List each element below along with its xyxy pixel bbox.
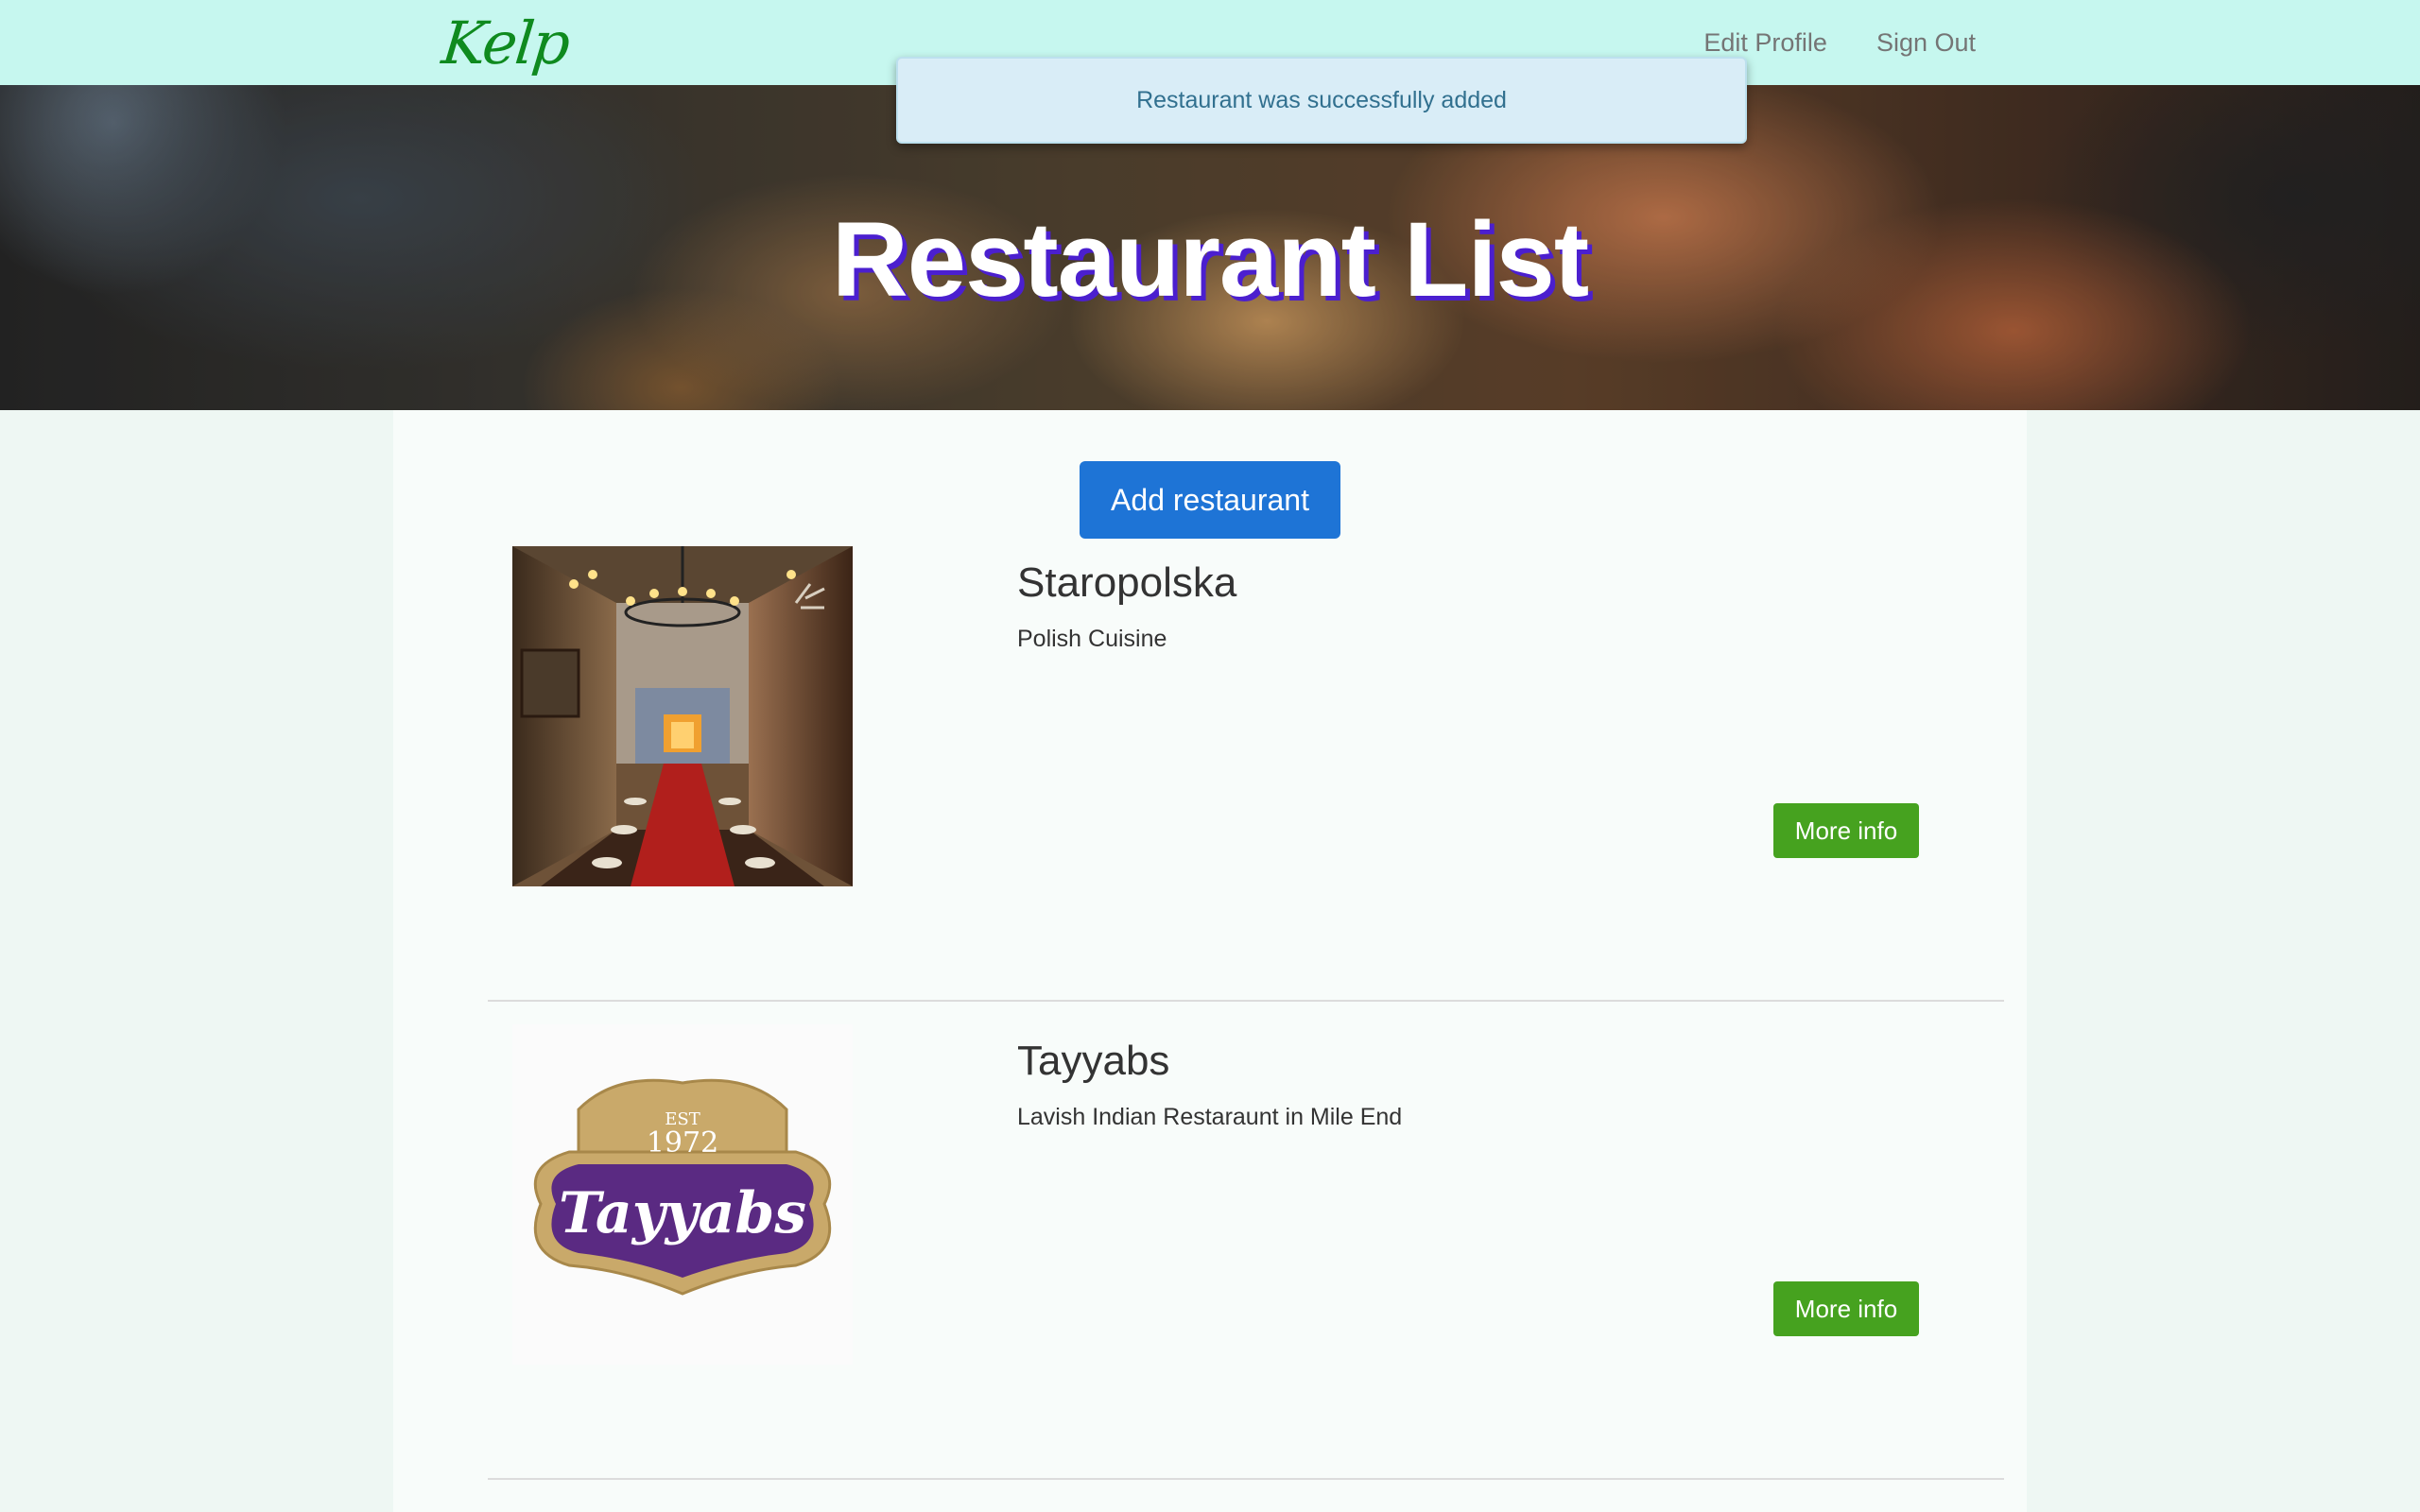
logo-wordmark-text: Tayyabs <box>559 1180 806 1246</box>
restaurant-image[interactable] <box>512 546 853 886</box>
logo-year-text: 1972 <box>647 1126 718 1160</box>
tayyabs-logo: EST 1972 Tayyabs <box>533 1078 832 1296</box>
restaurant-card: Staropolska Polish Cuisine More info <box>488 524 2004 1002</box>
flash-message: Restaurant was successfully added <box>1136 86 1507 113</box>
edit-profile-link[interactable]: Edit Profile <box>1703 28 1827 58</box>
restaurant-name[interactable]: Staropolska <box>1017 559 1236 607</box>
restaurant-name[interactable]: Tayyabs <box>1017 1038 1169 1085</box>
flash-notice: Restaurant was successfully added <box>896 57 1747 144</box>
restaurant-description: Lavish Indian Restaraunt in Mile End <box>1017 1104 1403 1130</box>
restaurant-description: Polish Cuisine <box>1017 626 1167 652</box>
page-title: Restaurant List <box>831 200 1589 318</box>
sign-out-link[interactable]: Sign Out <box>1876 28 1976 58</box>
brand-logo[interactable]: Kelp <box>439 6 572 81</box>
restaurant-card: EST 1972 Tayyabs Tayyabs Lavish Indian R… <box>488 1002 2004 1480</box>
dining-room-photo <box>512 546 853 886</box>
restaurant-image[interactable]: EST 1972 Tayyabs <box>512 1024 853 1365</box>
more-info-button[interactable]: More info <box>1773 803 1919 858</box>
restaurant-list-panel: Add restaurant Staropolska Polish Cuisin… <box>393 410 2027 1512</box>
more-info-button[interactable]: More info <box>1773 1281 1919 1336</box>
